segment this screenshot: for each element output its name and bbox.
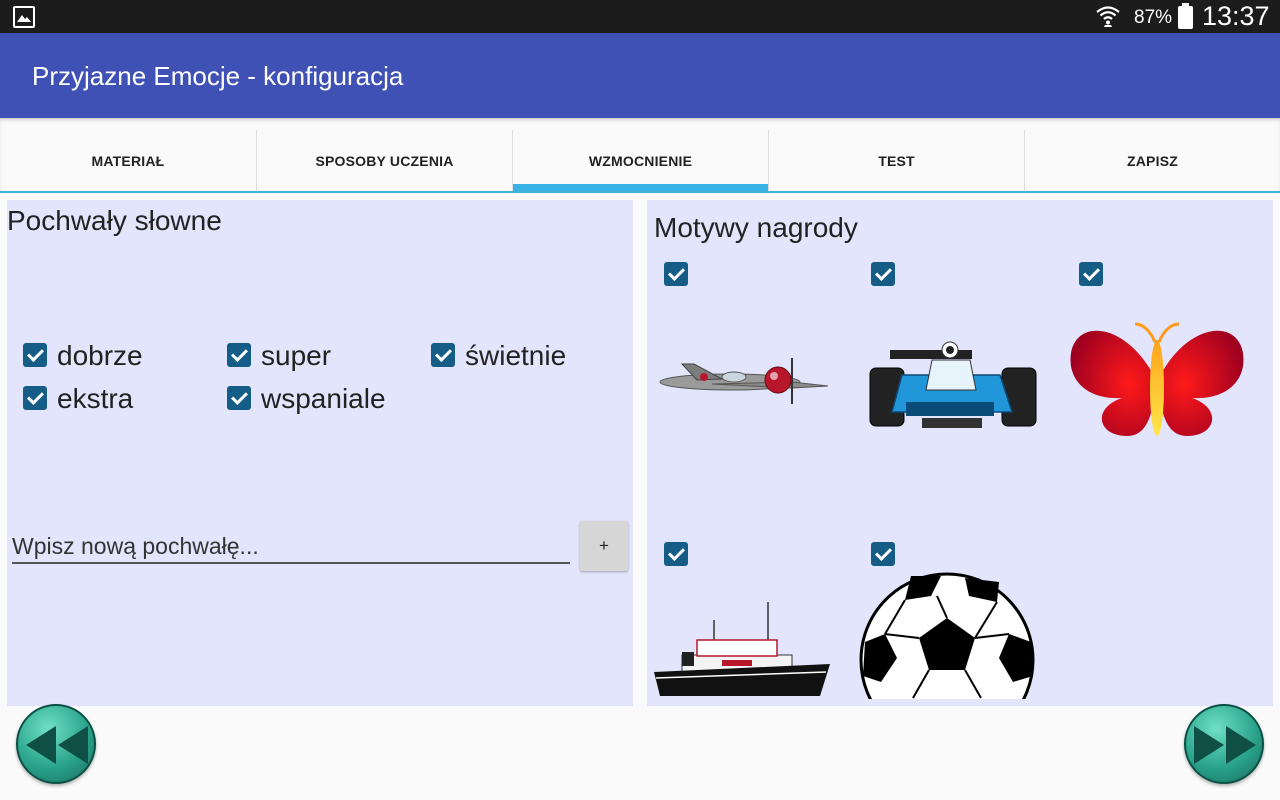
- tab-label: MATERIAŁ: [91, 152, 165, 169]
- tab-save[interactable]: ZAPISZ: [1024, 130, 1280, 191]
- clock: 13:37: [1202, 1, 1270, 31]
- tab-label: ZAPISZ: [1127, 152, 1178, 169]
- gallery-notification-icon: [13, 6, 35, 28]
- praise-label: świetnie: [465, 340, 567, 371]
- reward-checkbox-airplane[interactable]: [664, 262, 688, 286]
- reward-checkbox-race-car[interactable]: [871, 262, 895, 286]
- status-bar: 87% 13:37: [0, 0, 1280, 33]
- add-praise-button[interactable]: +: [580, 521, 628, 571]
- praise-label: dobrze: [57, 340, 143, 371]
- praise-checkbox-dobrze[interactable]: [23, 343, 47, 367]
- verbal-praise-heading: Pochwały słowne: [7, 205, 222, 236]
- tab-label: WZMOCNIENIE: [588, 152, 693, 169]
- praise-checkbox-ekstra[interactable]: [23, 386, 47, 410]
- soccer-ball-icon[interactable]: [859, 572, 1035, 700]
- reward-motifs-panel: Motywy nagrody: [647, 200, 1273, 706]
- butterfly-icon: [1070, 322, 1244, 436]
- tab-learning-methods[interactable]: SPOSOBY UCZENIA: [256, 130, 512, 191]
- battery-icon: [1178, 3, 1193, 29]
- tab-label: SPOSOBY UCZENIA: [315, 152, 454, 169]
- race-car-icon[interactable]: [862, 330, 1040, 435]
- praise-checkbox-wspaniale[interactable]: [227, 386, 251, 410]
- reward-checkbox-ship[interactable]: [664, 542, 688, 566]
- tab-test[interactable]: TEST: [768, 130, 1024, 191]
- tab-bar: MATERIAŁ SPOSOBY UCZENIA WZMOCNIENIE TES…: [0, 118, 1280, 193]
- tab-material[interactable]: MATERIAŁ: [0, 130, 256, 191]
- tab-label: TEST: [878, 152, 915, 169]
- next-button[interactable]: [1184, 704, 1264, 784]
- battery-percentage: 87%: [1134, 7, 1173, 28]
- reward-motifs-heading: Motywy nagrody: [654, 212, 858, 243]
- praise-checkbox-super[interactable]: [227, 343, 251, 367]
- reward-checkbox-butterfly[interactable]: [1079, 262, 1103, 286]
- app-bar: Przyjazne Emocje - konfiguracja: [0, 33, 1280, 118]
- app-title: Przyjazne Emocje - konfiguracja: [32, 61, 404, 91]
- new-praise-input[interactable]: [12, 530, 570, 564]
- praise-label: super: [261, 340, 332, 371]
- tab-selected-indicator: [513, 184, 768, 191]
- airplane-icon[interactable]: [652, 350, 832, 410]
- praise-label: ekstra: [57, 383, 134, 414]
- praise-label: wspaniale: [261, 383, 386, 414]
- ship-icon[interactable]: [652, 600, 832, 700]
- back-button[interactable]: [16, 704, 96, 784]
- forward-right-icon: [1194, 726, 1256, 764]
- tab-reinforcement[interactable]: WZMOCNIENIE: [512, 130, 768, 191]
- verbal-praise-panel: Pochwały słowne dobrze super świetnie ek…: [7, 200, 633, 706]
- rewind-left-icon: [26, 726, 88, 764]
- reward-checkbox-soccer-ball[interactable]: [871, 542, 895, 566]
- praise-checkbox-swietnie[interactable]: [431, 343, 455, 367]
- wifi-icon: [1096, 6, 1120, 27]
